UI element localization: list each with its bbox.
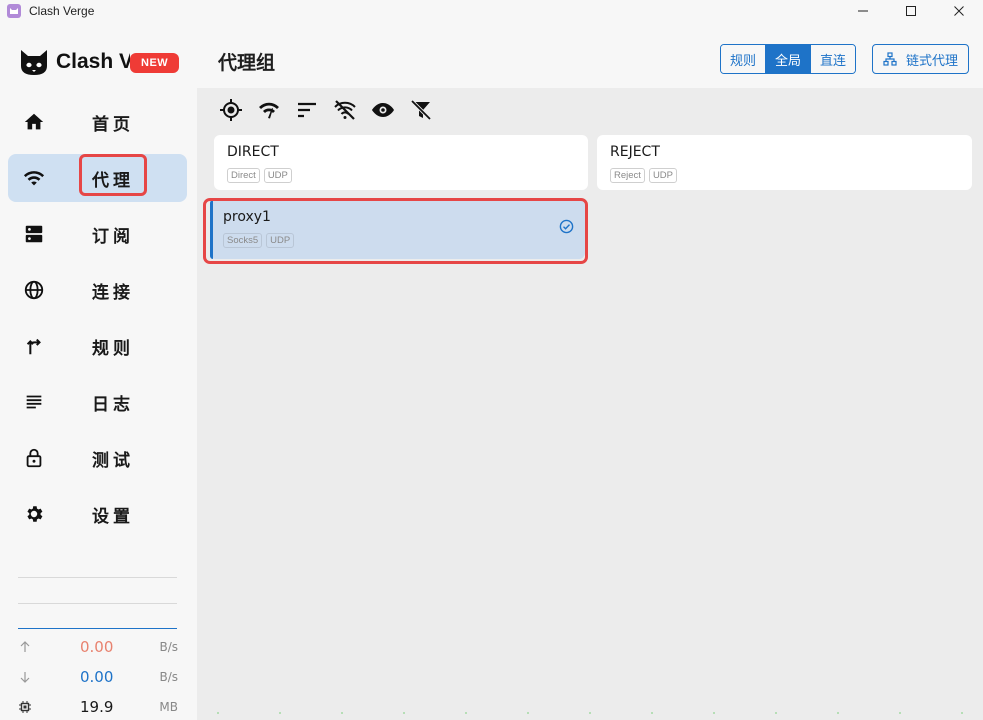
maximize-button[interactable] <box>887 0 935 22</box>
udp-tag: UDP <box>648 168 677 183</box>
memory-chip-icon <box>19 701 31 713</box>
maximize-icon <box>906 6 916 16</box>
divider <box>18 577 177 578</box>
close-icon <box>954 6 964 16</box>
memory-row: 19.9 MB <box>18 692 178 720</box>
proxy-type-tag: Reject <box>610 168 645 183</box>
eye-icon[interactable] <box>371 98 395 122</box>
window-title: Clash Verge <box>29 4 95 18</box>
sidebar-nav: 首页 代理 订阅 连接 规则 日志 测试 设置 <box>8 98 187 546</box>
logo-text: Clash V <box>56 50 130 73</box>
title-bar: Clash Verge <box>0 0 983 22</box>
upload-row: 0.00 B/s <box>18 632 178 662</box>
sidebar-item-logs[interactable]: 日志 <box>8 378 187 426</box>
chain-proxy-button[interactable]: 链式代理 <box>872 44 970 74</box>
download-row: 0.00 B/s <box>18 662 178 692</box>
fork-arrow-icon <box>26 338 41 355</box>
sidebar-item-proxy[interactable]: 代理 <box>8 154 187 202</box>
chain-proxy-label: 链式代理 <box>906 53 959 69</box>
proxy-name: DIRECT <box>227 144 279 160</box>
sidebar-item-subscription[interactable]: 订阅 <box>8 210 187 258</box>
sidebar-item-label: 规则 <box>92 338 134 359</box>
logo: Clash V NEW <box>18 44 180 80</box>
proxy-card-direct[interactable]: DIRECT Direct UDP <box>214 135 588 190</box>
page-title: 代理组 <box>218 52 276 74</box>
list-icon <box>26 395 42 409</box>
sidebar-item-connections[interactable]: 连接 <box>8 266 187 314</box>
wifi-icon <box>23 171 45 186</box>
proxy-card-reject[interactable]: REJECT Reject UDP <box>597 135 972 190</box>
arrow-up-icon <box>20 641 30 652</box>
proxy-tags: Direct UDP <box>227 168 296 183</box>
minimize-button[interactable] <box>839 0 887 22</box>
traffic-graph-line <box>18 628 177 629</box>
wifi-speed-icon[interactable] <box>257 98 281 122</box>
sidebar-item-rules[interactable]: 规则 <box>8 322 187 370</box>
filter-off-icon[interactable] <box>409 98 433 122</box>
server-icon <box>25 225 43 243</box>
sidebar-item-label: 日志 <box>92 394 134 415</box>
proxy-name: REJECT <box>610 144 660 160</box>
minimize-icon <box>858 10 868 12</box>
proxy-toolbar <box>219 98 447 122</box>
sidebar-item-label: 订阅 <box>92 226 134 247</box>
sidebar: Clash V NEW 首页 代理 订阅 连接 规则 日志 测试 设置 0.00… <box>0 22 197 720</box>
status-strip <box>217 712 977 714</box>
mode-global-button[interactable]: 全局 <box>766 45 812 73</box>
download-unit: B/s <box>159 670 178 684</box>
globe-icon <box>24 280 44 300</box>
sidebar-item-label: 首页 <box>92 114 134 135</box>
sidebar-item-label: 设置 <box>92 506 134 527</box>
memory-unit: MB <box>159 700 178 714</box>
hierarchy-icon <box>883 52 897 66</box>
cat-logo-icon <box>21 50 47 75</box>
highlight-annotation <box>79 154 147 196</box>
mode-direct-button[interactable]: 直连 <box>811 45 856 73</box>
page-header: 代理组 规则 全局 直连 链式代理 <box>197 22 983 88</box>
sidebar-item-label: 测试 <box>92 450 134 471</box>
download-speed: 0.00 <box>80 668 114 686</box>
sidebar-item-home[interactable]: 首页 <box>8 98 187 146</box>
upload-unit: B/s <box>159 640 178 654</box>
divider <box>18 603 177 604</box>
home-icon <box>24 113 44 130</box>
close-button[interactable] <box>935 0 983 22</box>
upload-speed: 0.00 <box>80 638 114 656</box>
new-badge: NEW <box>130 53 180 73</box>
sidebar-item-label: 连接 <box>92 282 134 303</box>
memory-usage: 19.9 <box>80 698 114 716</box>
proxy-type-tag: Direct <box>227 168 260 183</box>
sidebar-item-test[interactable]: 测试 <box>8 434 187 482</box>
highlight-annotation <box>203 198 588 264</box>
traffic-stats: 0.00 B/s 0.00 B/s 19.9 MB <box>18 632 178 720</box>
app-icon <box>7 4 21 18</box>
mode-switch: 规则 全局 直连 <box>720 44 857 74</box>
window-controls <box>839 0 983 22</box>
wifi-off-icon[interactable] <box>333 98 357 122</box>
proxy-tags: Reject UDP <box>610 168 681 183</box>
mode-rule-button[interactable]: 规则 <box>721 45 767 73</box>
sort-icon[interactable] <box>295 98 319 122</box>
sidebar-item-settings[interactable]: 设置 <box>8 490 187 538</box>
locate-icon[interactable] <box>219 98 243 122</box>
gear-icon <box>27 506 43 522</box>
udp-tag: UDP <box>263 168 292 183</box>
lock-icon <box>26 448 42 468</box>
main-content: 代理组 规则 全局 直连 链式代理 DIRECT Direct UDP REJE… <box>197 22 983 720</box>
arrow-down-icon <box>20 672 30 683</box>
